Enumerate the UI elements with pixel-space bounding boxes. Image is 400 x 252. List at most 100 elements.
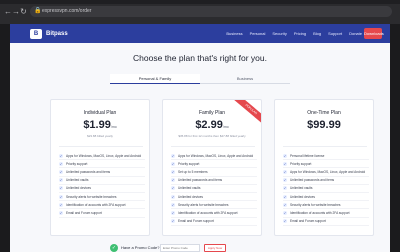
check-icon: ✓ <box>283 169 287 174</box>
check-icon: ✓ <box>171 169 175 174</box>
feature-list: ✓ Personal lifetime license ✓ Priority sup… <box>283 152 369 226</box>
check-icon: ✓ <box>171 210 175 215</box>
plan-name: Individual Plan <box>83 110 117 116</box>
list-item: ✓ Email and Forum support <box>59 209 145 218</box>
page-title: Choose the plan that's right for you. <box>133 53 267 63</box>
divider <box>283 146 367 147</box>
check-icon: ✓ <box>283 161 287 166</box>
nav-link-pricing[interactable]: Pricing <box>294 29 306 39</box>
check-icon: ✓ <box>171 178 175 183</box>
back-icon[interactable]: ← <box>4 6 12 17</box>
check-icon: ✓ <box>59 161 63 166</box>
nav-link-support[interactable]: Support <box>328 29 342 39</box>
promo-code-input[interactable] <box>160 244 200 252</box>
list-item: ✓ Priority support <box>171 160 257 169</box>
plan-price: $1.99/mo <box>83 119 117 131</box>
check-icon: ✓ <box>59 178 63 183</box>
check-icon: ✓ <box>283 186 287 191</box>
promo-label: Have a Promo Code? <box>121 245 160 250</box>
divider <box>171 146 255 147</box>
check-icon: ✓ <box>283 219 287 224</box>
pricing-page: Choose the plan that's right for you. Pe… <box>10 43 390 252</box>
check-icon: ✓ <box>171 153 175 158</box>
list-item: ✓ Apps for Windows, MacOS, Linux, Apple a… <box>59 152 145 161</box>
plan-card-one-time[interactable]: One-Time Plan $99.99 ✓ Personal lifetime … <box>274 99 374 236</box>
list-item: ✓ Personal lifetime license <box>283 152 369 161</box>
apply-promo-button[interactable]: Apply Now <box>204 244 226 252</box>
list-item: ✓ Unlimited vaults <box>59 177 145 185</box>
nav-link-donate[interactable]: Donate <box>349 29 362 39</box>
check-icon: ✓ <box>171 161 175 166</box>
check-icon: ✓ <box>171 194 175 199</box>
browser-tab-strip <box>0 0 400 4</box>
list-item: ✓ Security alerts for website breaches <box>283 201 369 210</box>
list-item: ✓ Identification of accounts with 2FA sup… <box>171 209 257 218</box>
plan-tabs: Personal & Family Business <box>110 74 290 84</box>
check-icon: ✓ <box>59 194 63 199</box>
nav-links: Business Personal Security Pricing Blog … <box>226 29 362 39</box>
plan-name: One-Time Plan <box>307 110 341 116</box>
nav-link-personal[interactable]: Personal <box>250 29 266 39</box>
nav-link-security[interactable]: Security <box>272 29 286 39</box>
promo-check-icon: ✓ <box>110 244 118 252</box>
downloads-button[interactable]: Downloads <box>364 28 384 39</box>
promo-code-bar: ✓ Have a Promo Code? Apply Now <box>110 243 300 252</box>
right-margin <box>390 24 400 252</box>
list-item: ✓ Unlimited devices <box>59 185 145 193</box>
plan-name: Family Plan <box>198 110 226 116</box>
check-icon: ✓ <box>59 169 63 174</box>
feature-list: ✓ Apps for Windows, MacOS, Linux, Apple a… <box>59 152 145 218</box>
list-item: ✓ Security alerts for website breaches <box>171 201 257 210</box>
list-item: ✓ Unlimited vaults <box>171 185 257 193</box>
divider <box>59 146 143 147</box>
list-item: ✓ Priority support <box>283 160 369 169</box>
check-icon: ✓ <box>171 186 175 191</box>
tab-personal-family[interactable]: Personal & Family <box>110 74 200 84</box>
list-item: ✓ Unlimited devices <box>283 193 369 202</box>
check-icon: ✓ <box>59 153 63 158</box>
list-item: ✓ Identification of accounts with 2FA sup… <box>283 209 369 218</box>
check-icon: ✓ <box>283 153 287 158</box>
nav-link-business[interactable]: Business <box>226 29 242 39</box>
feature-list: ✓ Apps for Windows, MacOS, Linux, Apple a… <box>171 152 257 226</box>
plan-billing-note: $35.88 for first 12 months then $47.88 b… <box>178 134 246 138</box>
plan-price: $2.99/mo <box>195 119 229 131</box>
list-item: ✓ Unlimited passwords and items <box>59 168 145 177</box>
address-text[interactable]: expressvpn.com/order <box>42 6 91 17</box>
list-item: ✓ Unlimited vaults <box>283 185 369 193</box>
check-icon: ✓ <box>171 202 175 207</box>
list-item: ✓ Unlimited passwords and items <box>171 177 257 185</box>
check-icon: ✓ <box>171 219 175 224</box>
list-item: ✓ Apps for Windows, MacOS, Linux, Apple a… <box>171 152 257 161</box>
list-item: ✓ Email and Forum support <box>283 218 369 226</box>
plan-card-family[interactable]: POPULAR Family Plan $2.99/mo $35.88 for … <box>162 99 262 236</box>
check-icon: ✓ <box>283 178 287 183</box>
list-item: ✓ Email and Forum support <box>171 218 257 226</box>
forward-icon[interactable]: → <box>12 6 20 17</box>
list-item: ✓ Security alerts for website breaches <box>59 193 145 202</box>
list-item: ✓ Identification of accounts with 2FA sup… <box>59 201 145 210</box>
check-icon: ✓ <box>59 202 63 207</box>
lock-icon: 🔒 <box>34 8 42 14</box>
check-icon: ✓ <box>59 186 63 191</box>
plan-billing-note: $23.88 billed yearly <box>87 134 113 138</box>
check-icon: ✓ <box>59 210 63 215</box>
tab-business[interactable]: Business <box>200 74 290 84</box>
list-item: ✓ Unlimited passwords and items <box>283 177 369 185</box>
reload-icon[interactable]: ↻ <box>20 6 27 17</box>
list-item: ✓ Priority support <box>59 160 145 169</box>
list-item: ✓ Set up to 5 members <box>171 168 257 177</box>
nav-link-blog[interactable]: Blog <box>313 29 321 39</box>
check-icon: ✓ <box>283 194 287 199</box>
brand-name[interactable]: Bitpass <box>46 29 68 39</box>
site-header: B Bitpass Business Personal Security Pri… <box>10 24 390 43</box>
list-item: ✓ Unlimited devices <box>171 193 257 202</box>
left-margin <box>0 24 10 252</box>
brand-logo-icon[interactable]: B <box>30 29 42 39</box>
plan-price: $99.99 <box>307 119 341 131</box>
plan-card-individual[interactable]: Individual Plan $1.99/mo $23.88 billed y… <box>50 99 150 236</box>
browser-toolbar: ← → ↻ 🔒 expressvpn.com/order <box>0 0 400 24</box>
check-icon: ✓ <box>283 202 287 207</box>
check-icon: ✓ <box>283 210 287 215</box>
list-item: ✓ Apps for Windows, MacOS, Linux, Apple a… <box>283 168 369 177</box>
